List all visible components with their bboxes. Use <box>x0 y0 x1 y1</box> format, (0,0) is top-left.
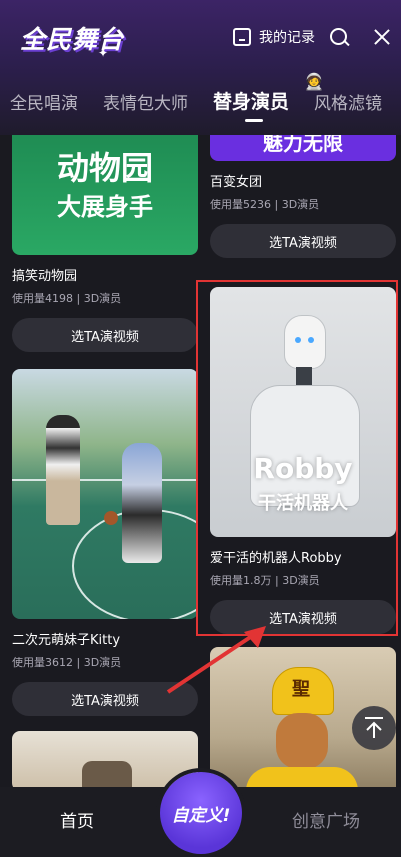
app-header: 全民舞台 ✦ 我的记录 全民唱演 表情包大师 替身演员 风格滤镜 🧑‍🚀 <box>0 0 401 135</box>
card-girlgroup-meta: 使用量5236 | 3D演员 <box>210 198 320 211</box>
card-zoo[interactable]: 动物园 大展身手 搞笑动物园 使用量4198 | 3D演员 选TA演视频 <box>12 135 198 352</box>
scroll-to-top-button[interactable] <box>352 706 396 750</box>
thumb-zoo-line1: 动物园 <box>56 149 153 187</box>
annotation-arrow <box>166 626 266 694</box>
person-1 <box>46 415 80 525</box>
nav-home[interactable]: 首页 <box>60 807 94 832</box>
monkey-face <box>276 713 328 769</box>
category-tabs: 全民唱演 表情包大师 替身演员 风格滤镜 <box>0 88 401 122</box>
sparkle-icon: ✦ <box>98 46 109 60</box>
app-logo: 全民舞台 <box>20 25 125 54</box>
close-icon[interactable] <box>373 28 391 46</box>
person-2 <box>122 443 162 563</box>
card-zoo-meta: 使用量4198 | 3D演员 <box>12 292 122 305</box>
card-partial-bottom[interactable] <box>12 731 198 787</box>
nav-creative-plaza[interactable]: 创意广场 <box>292 807 360 832</box>
card-girlgroup-title: 百变女团 <box>210 175 263 190</box>
court-line <box>12 479 198 481</box>
nav-custom-button[interactable]: 自定义! <box>160 772 242 854</box>
highlight-box <box>196 280 398 636</box>
astronaut-icon: 🧑‍🚀 <box>304 72 324 91</box>
my-records-label: 我的记录 <box>259 30 315 46</box>
card-zoo-thumbnail: 动物园 大展身手 <box>12 135 198 255</box>
bottom-navigation: 首页 自定义! 创意广场 <box>0 772 401 857</box>
monkey-hat-text: 聖 <box>292 679 310 700</box>
header-actions: 我的记录 <box>233 20 401 54</box>
card-zoo-select-button[interactable]: 选TA演视频 <box>12 318 198 352</box>
search-icon[interactable] <box>329 27 349 47</box>
card-partial-thumbnail <box>12 731 198 787</box>
tab-style-filter[interactable]: 风格滤镜 <box>314 89 382 122</box>
vase-shape <box>82 761 132 787</box>
card-girlgroup-select-button[interactable]: 选TA演视频 <box>210 224 396 258</box>
scroll-top-icon <box>365 717 383 738</box>
my-records-button[interactable]: 我的记录 <box>233 27 315 47</box>
thumb-zoo-line2: 大展身手 <box>57 193 153 221</box>
monkey-robe <box>246 767 358 787</box>
card-kitty-thumbnail <box>12 369 198 619</box>
card-girlgroup-thumbnail: 魅力无限 <box>210 135 396 161</box>
record-icon <box>233 28 251 46</box>
tab-meme-master[interactable]: 表情包大师 <box>103 89 188 122</box>
basketball <box>104 511 118 525</box>
thumb-girlgroup-text: 魅力无限 <box>263 135 343 155</box>
card-zoo-title: 搞笑动物园 <box>12 269 78 284</box>
tab-stand-in-actor[interactable]: 替身演员 <box>213 88 289 122</box>
tab-sing[interactable]: 全民唱演 <box>10 89 78 122</box>
card-girlgroup[interactable]: 魅力无限 百变女团 使用量5236 | 3D演员 选TA演视频 <box>210 135 396 258</box>
